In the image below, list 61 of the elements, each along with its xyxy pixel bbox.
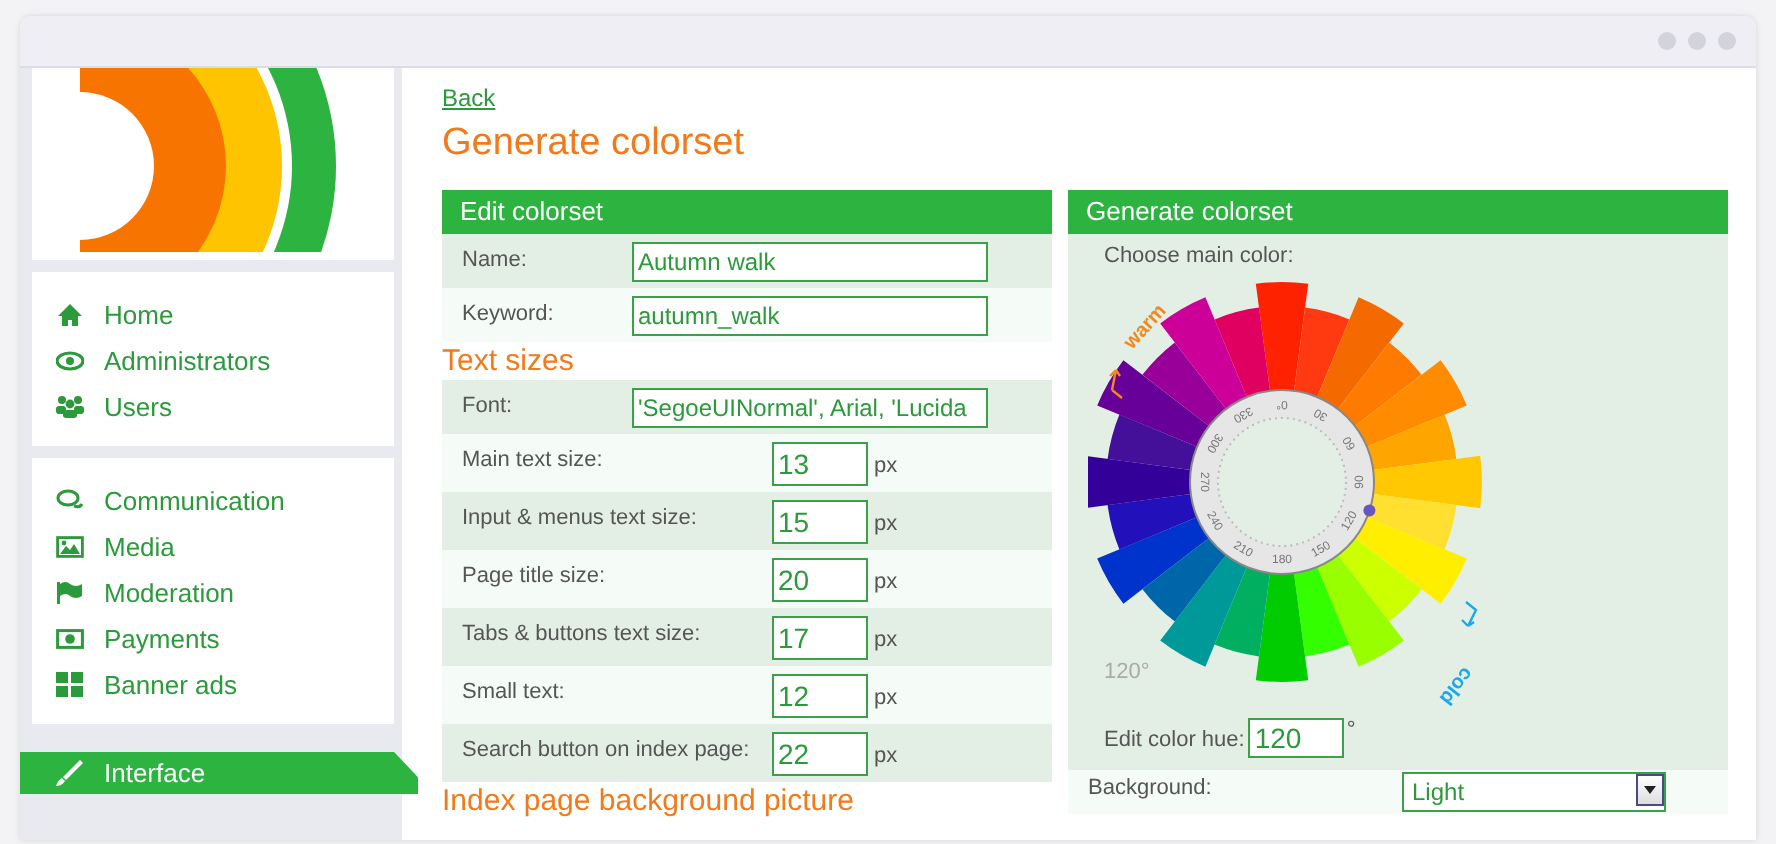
page-title: Generate colorset (442, 122, 747, 166)
field-label: Tabs & buttons text size: (462, 620, 703, 646)
field-label: Page title size: (462, 562, 608, 588)
choose-color-label: Choose main color: (1102, 244, 1296, 268)
picture-icon (56, 534, 84, 560)
unit-label: px (872, 452, 898, 478)
input-field[interactable]: 13 (772, 442, 868, 486)
brush-icon (56, 760, 84, 786)
window-dot-icon (1688, 32, 1706, 50)
input-field[interactable]: 22 (772, 732, 868, 776)
input-field[interactable]: 20 (772, 558, 868, 602)
field-label: Search button on index page: (462, 736, 752, 762)
degree-unit-label: ° (1344, 718, 1356, 742)
back-link[interactable]: Back (442, 84, 496, 112)
hue-input[interactable]: 120 (1248, 718, 1345, 758)
section-heading: Index page background picture (442, 782, 856, 820)
field-label: Name: (462, 246, 529, 272)
panel-header: Generate colorset (1068, 190, 1728, 234)
nav-item[interactable]: Home (32, 292, 394, 338)
field-label: Main text size: (462, 446, 605, 472)
input-field[interactable]: 17 (772, 616, 868, 660)
warm-arrow-icon (1108, 368, 1124, 400)
background-dropdown[interactable]: Light (1402, 772, 1666, 812)
input-field[interactable]: Autumn walk (632, 242, 988, 282)
input-field[interactable]: 15 (772, 500, 868, 544)
input-field[interactable]: 12 (772, 674, 868, 718)
unit-label: px (872, 626, 898, 652)
panel-header: Edit colorset (442, 190, 1052, 234)
cold-arrow-icon (1460, 600, 1478, 628)
nav-item[interactable]: Users (32, 384, 394, 430)
background-label: Background: (1088, 774, 1214, 804)
field-label: Input & menus text size: (462, 504, 699, 530)
users-icon (56, 394, 84, 420)
banknote-icon (56, 626, 84, 652)
input-field[interactable]: 'SegoeUINormal', Arial, 'Lucida (632, 388, 988, 428)
nav-item[interactable]: Communication (32, 478, 394, 524)
nav-item[interactable]: Banner ads (32, 662, 394, 708)
flag-icon (56, 580, 84, 606)
grid-icon (56, 672, 84, 698)
nav-item[interactable]: Administrators (32, 338, 394, 384)
field-label: Font: (462, 392, 515, 418)
field-label: Keyword: (462, 300, 556, 326)
input-field[interactable]: autumn_walk (632, 296, 988, 336)
unit-label: px (872, 742, 898, 768)
hue-reading: 120° (1104, 660, 1150, 684)
speech-bubbles-icon (56, 488, 84, 514)
window-dot-icon (1718, 32, 1736, 50)
nav-item[interactable]: Payments (32, 616, 394, 662)
field-label: Small text: (462, 678, 567, 704)
home-icon (56, 302, 84, 328)
nav-item[interactable]: Interface (20, 752, 418, 794)
nav-item[interactable]: Media (32, 524, 394, 570)
window-dot-icon (1658, 32, 1676, 50)
nav-item[interactable]: Moderation (32, 570, 394, 616)
hue-marker[interactable] (1363, 504, 1376, 517)
eye-icon (56, 348, 84, 374)
unit-label: px (872, 568, 898, 594)
section-heading: Text sizes (442, 342, 576, 380)
unit-label: px (872, 684, 898, 710)
hue-label: Edit color hue: (1104, 726, 1245, 752)
unit-label: px (872, 510, 898, 536)
